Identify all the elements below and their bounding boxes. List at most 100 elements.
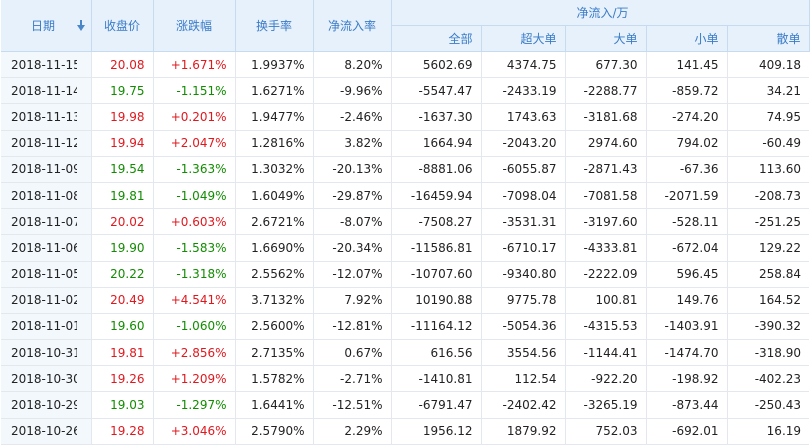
net-large-cell: 100.81 bbox=[565, 287, 647, 314]
turnover-cell: 1.9477% bbox=[235, 103, 314, 131]
net-rate-cell: 3.82% bbox=[313, 130, 392, 157]
table-row: 2018-11-08 19.81 -1.049% 1.6049% -29.87% -164… bbox=[1, 182, 810, 210]
turnover-cell: 2.6721% bbox=[235, 208, 314, 236]
net-super-large-cell: -9340.80 bbox=[481, 261, 566, 288]
close-cell: 19.98 bbox=[91, 103, 154, 131]
table-body: 2018-11-15 20.08 +1.671% 1.9937% 8.20% 5602.6… bbox=[1, 51, 810, 445]
table-row: 2018-11-05 20.22 -1.318% 2.5562% -12.07% -107… bbox=[1, 261, 810, 288]
change-cell: +4.541% bbox=[153, 287, 236, 314]
header-large[interactable]: 大单 bbox=[565, 25, 647, 52]
net-rate-cell: -8.07% bbox=[313, 208, 392, 236]
net-super-large-cell: -5054.36 bbox=[481, 313, 566, 341]
date-cell: 2018-11-15 bbox=[1, 51, 77, 79]
sort-spacer bbox=[77, 156, 92, 183]
net-rate-cell: -12.07% bbox=[313, 261, 392, 288]
table-row: 2018-11-14 19.75 -1.151% 1.6271% -9.96% -5547… bbox=[1, 77, 810, 105]
net-small-cell: -528.11 bbox=[646, 208, 728, 236]
net-all-cell: -11586.81 bbox=[391, 234, 482, 262]
header-small[interactable]: 小单 bbox=[646, 25, 728, 52]
close-cell: 19.81 bbox=[91, 182, 154, 210]
sort-spacer bbox=[77, 418, 92, 445]
net-rate-cell: -29.87% bbox=[313, 182, 392, 210]
change-cell: -1.363% bbox=[153, 156, 236, 183]
close-cell: 20.08 bbox=[91, 51, 154, 79]
table-row: 2018-11-12 19.94 +2.047% 1.2816% 3.82% 1664.9… bbox=[1, 130, 810, 157]
net-all-cell: 5602.69 bbox=[391, 51, 482, 79]
net-retail-cell: -250.43 bbox=[727, 391, 810, 419]
change-cell: -1.318% bbox=[153, 261, 236, 288]
net-super-large-cell: -2433.19 bbox=[481, 77, 566, 105]
sort-spacer bbox=[77, 51, 92, 79]
net-small-cell: -1403.91 bbox=[646, 313, 728, 341]
close-cell: 19.54 bbox=[91, 156, 154, 183]
turnover-cell: 1.6271% bbox=[235, 77, 314, 105]
net-retail-cell: 164.52 bbox=[727, 287, 810, 314]
net-large-cell: -2871.43 bbox=[565, 156, 647, 183]
sort-desc-icon[interactable] bbox=[77, 0, 92, 52]
net-all-cell: -1410.81 bbox=[391, 365, 482, 393]
sort-spacer bbox=[77, 261, 92, 288]
net-retail-cell: 129.22 bbox=[727, 234, 810, 262]
sort-spacer bbox=[77, 313, 92, 341]
net-small-cell: -67.36 bbox=[646, 156, 728, 183]
close-cell: 19.90 bbox=[91, 234, 154, 262]
header-change[interactable]: 涨跌幅 bbox=[153, 0, 236, 52]
net-super-large-cell: 9775.78 bbox=[481, 287, 566, 314]
table-row: 2018-11-15 20.08 +1.671% 1.9937% 8.20% 5602.6… bbox=[1, 51, 810, 79]
net-retail-cell: 113.60 bbox=[727, 156, 810, 183]
net-all-cell: -1637.30 bbox=[391, 103, 482, 131]
turnover-cell: 1.6690% bbox=[235, 234, 314, 262]
close-cell: 19.03 bbox=[91, 391, 154, 419]
net-large-cell: -4333.81 bbox=[565, 234, 647, 262]
net-rate-cell: -2.46% bbox=[313, 103, 392, 131]
close-cell: 20.49 bbox=[91, 287, 154, 314]
turnover-cell: 1.6049% bbox=[235, 182, 314, 210]
change-cell: +3.046% bbox=[153, 418, 236, 445]
date-cell: 2018-10-30 bbox=[1, 365, 77, 393]
header-all[interactable]: 全部 bbox=[391, 25, 482, 52]
date-cell: 2018-11-12 bbox=[1, 130, 77, 157]
table-row: 2018-11-07 20.02 +0.603% 2.6721% -8.07% -7508… bbox=[1, 208, 810, 236]
header-super-large[interactable]: 超大单 bbox=[481, 25, 566, 52]
turnover-cell: 1.5782% bbox=[235, 365, 314, 393]
net-large-cell: -1144.41 bbox=[565, 339, 647, 367]
header-turnover[interactable]: 换手率 bbox=[235, 0, 314, 52]
net-small-cell: -274.20 bbox=[646, 103, 728, 131]
sort-spacer bbox=[77, 182, 92, 210]
net-super-large-cell: 4374.75 bbox=[481, 51, 566, 79]
date-cell: 2018-11-14 bbox=[1, 77, 77, 105]
net-retail-cell: -390.32 bbox=[727, 313, 810, 341]
header-close[interactable]: 收盘价 bbox=[91, 0, 154, 52]
turnover-cell: 2.7135% bbox=[235, 339, 314, 367]
change-cell: +1.671% bbox=[153, 51, 236, 79]
net-all-cell: 1664.94 bbox=[391, 130, 482, 157]
date-cell: 2018-11-07 bbox=[1, 208, 77, 236]
net-small-cell: -1474.70 bbox=[646, 339, 728, 367]
header-date[interactable]: 日期 bbox=[1, 0, 77, 52]
close-cell: 20.22 bbox=[91, 261, 154, 288]
net-large-cell: -4315.53 bbox=[565, 313, 647, 341]
table-row: 2018-11-09 19.54 -1.363% 1.3032% -20.13% -888… bbox=[1, 156, 810, 183]
net-retail-cell: -318.90 bbox=[727, 339, 810, 367]
turnover-cell: 1.6441% bbox=[235, 391, 314, 419]
close-cell: 19.94 bbox=[91, 130, 154, 157]
net-large-cell: 752.03 bbox=[565, 418, 647, 445]
change-cell: -1.583% bbox=[153, 234, 236, 262]
net-small-cell: 149.76 bbox=[646, 287, 728, 314]
date-cell: 2018-10-29 bbox=[1, 391, 77, 419]
sort-spacer bbox=[77, 234, 92, 262]
turnover-cell: 1.9937% bbox=[235, 51, 314, 79]
net-super-large-cell: -6055.87 bbox=[481, 156, 566, 183]
sort-spacer bbox=[77, 208, 92, 236]
table-row: 2018-10-30 19.26 +1.209% 1.5782% -2.71% -1410… bbox=[1, 365, 810, 393]
net-rate-cell: -20.13% bbox=[313, 156, 392, 183]
header-retail[interactable]: 散单 bbox=[727, 25, 810, 52]
net-small-cell: 596.45 bbox=[646, 261, 728, 288]
net-retail-cell: -208.73 bbox=[727, 182, 810, 210]
net-retail-cell: 16.19 bbox=[727, 418, 810, 445]
net-large-cell: 2974.60 bbox=[565, 130, 647, 157]
net-super-large-cell: -6710.17 bbox=[481, 234, 566, 262]
net-retail-cell: 34.21 bbox=[727, 77, 810, 105]
header-net-rate[interactable]: 净流入率 bbox=[313, 0, 392, 52]
table-row: 2018-10-29 19.03 -1.297% 1.6441% -12.51% -679… bbox=[1, 391, 810, 419]
